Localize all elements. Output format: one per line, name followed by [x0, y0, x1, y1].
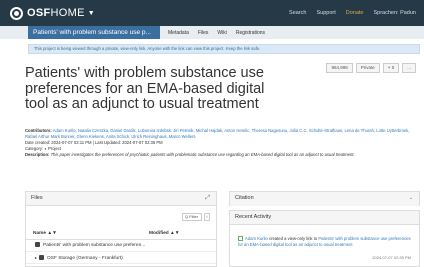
activity-heading: Recent Activity — [230, 211, 419, 225]
files-panel: Files ⤢ Q Filter i Name ▲▼ Modified ▲▼ P… — [25, 191, 217, 267]
project-navbar: Patients' with problem substance use p..… — [0, 26, 424, 39]
tab-registrations[interactable]: Registrations — [236, 30, 265, 36]
tab-files[interactable]: Files — [198, 30, 209, 36]
col-name[interactable]: Name ▲▼ — [33, 228, 57, 240]
view-only-alert: This project is being viewed through a p… — [28, 44, 420, 54]
files-columns: Name ▲▼ Modified ▲▼ — [26, 228, 216, 240]
brand-text: OSFHOME — [27, 7, 85, 19]
project-title-link[interactable]: Patients' with problem substance use p..… — [28, 26, 160, 39]
privacy-button[interactable]: Private — [355, 63, 380, 73]
osf-home-menu[interactable]: OSFHOME ▼ — [10, 6, 95, 20]
description: Description: This paper investigates the… — [25, 152, 355, 157]
more-button[interactable]: ... — [402, 63, 416, 73]
project-toolbar: 964,998 Private ⑂ 0 ... — [326, 63, 416, 73]
nav-search[interactable]: Search — [289, 10, 306, 16]
osf-logo-icon — [10, 6, 23, 20]
contributor-list[interactable]: Adam Kurilo, Natalia Czeszka, Daniel Dar… — [25, 128, 410, 139]
contributors: Contributors: Adam Kurilo, Natalia Czesz… — [25, 128, 410, 139]
activity-user[interactable]: Adam Kurilo — [245, 236, 268, 241]
expand-toggle-icon[interactable]: ▸ — [35, 255, 37, 260]
activity-time: 2024-07-07 02:35 PM — [372, 255, 411, 260]
expand-icon[interactable]: ⤢ — [205, 192, 210, 205]
filter-input[interactable]: Q Filter — [182, 213, 202, 221]
top-navbar: OSFHOME ▼ Search Support Donate Sprachen… — [0, 0, 424, 26]
col-modified[interactable]: Modified ▲▼ — [149, 228, 180, 240]
activity-item: Adam Kurilo created a view-only link to … — [238, 236, 411, 247]
tab-wiki[interactable]: Wiki — [217, 30, 226, 36]
citation-panel[interactable]: Citation ⌄ — [229, 191, 420, 206]
recent-activity-panel: Recent Activity Adam Kurilo created a vi… — [229, 210, 420, 267]
fork-button[interactable]: ⑂ 0 — [382, 63, 400, 73]
files-heading: Files ⤢ — [26, 192, 216, 206]
nav-language[interactable]: Sprachen: Padun — [373, 10, 416, 16]
file-row[interactable]: ▸ OSF Storage (Germany - Frankfurt) — [26, 252, 216, 264]
nav-support[interactable]: Support — [316, 10, 335, 16]
nav-donate[interactable]: Donate — [346, 10, 364, 16]
info-icon[interactable]: i — [204, 213, 210, 221]
citation-heading: Citation ⌄ — [230, 192, 419, 206]
storage-icon — [39, 255, 45, 261]
file-row[interactable]: Patients' with problem substance use pre… — [26, 240, 216, 252]
link-icon — [238, 236, 243, 242]
caret-down-icon: ▼ — [87, 9, 95, 17]
page-title: Patients' with problem substance use pre… — [25, 65, 265, 112]
project-icon — [35, 242, 40, 248]
tab-metadata[interactable]: Metadata — [168, 30, 189, 36]
chevron-down-icon[interactable]: ⌄ — [409, 192, 413, 205]
view-count: 964,998 — [326, 63, 353, 73]
